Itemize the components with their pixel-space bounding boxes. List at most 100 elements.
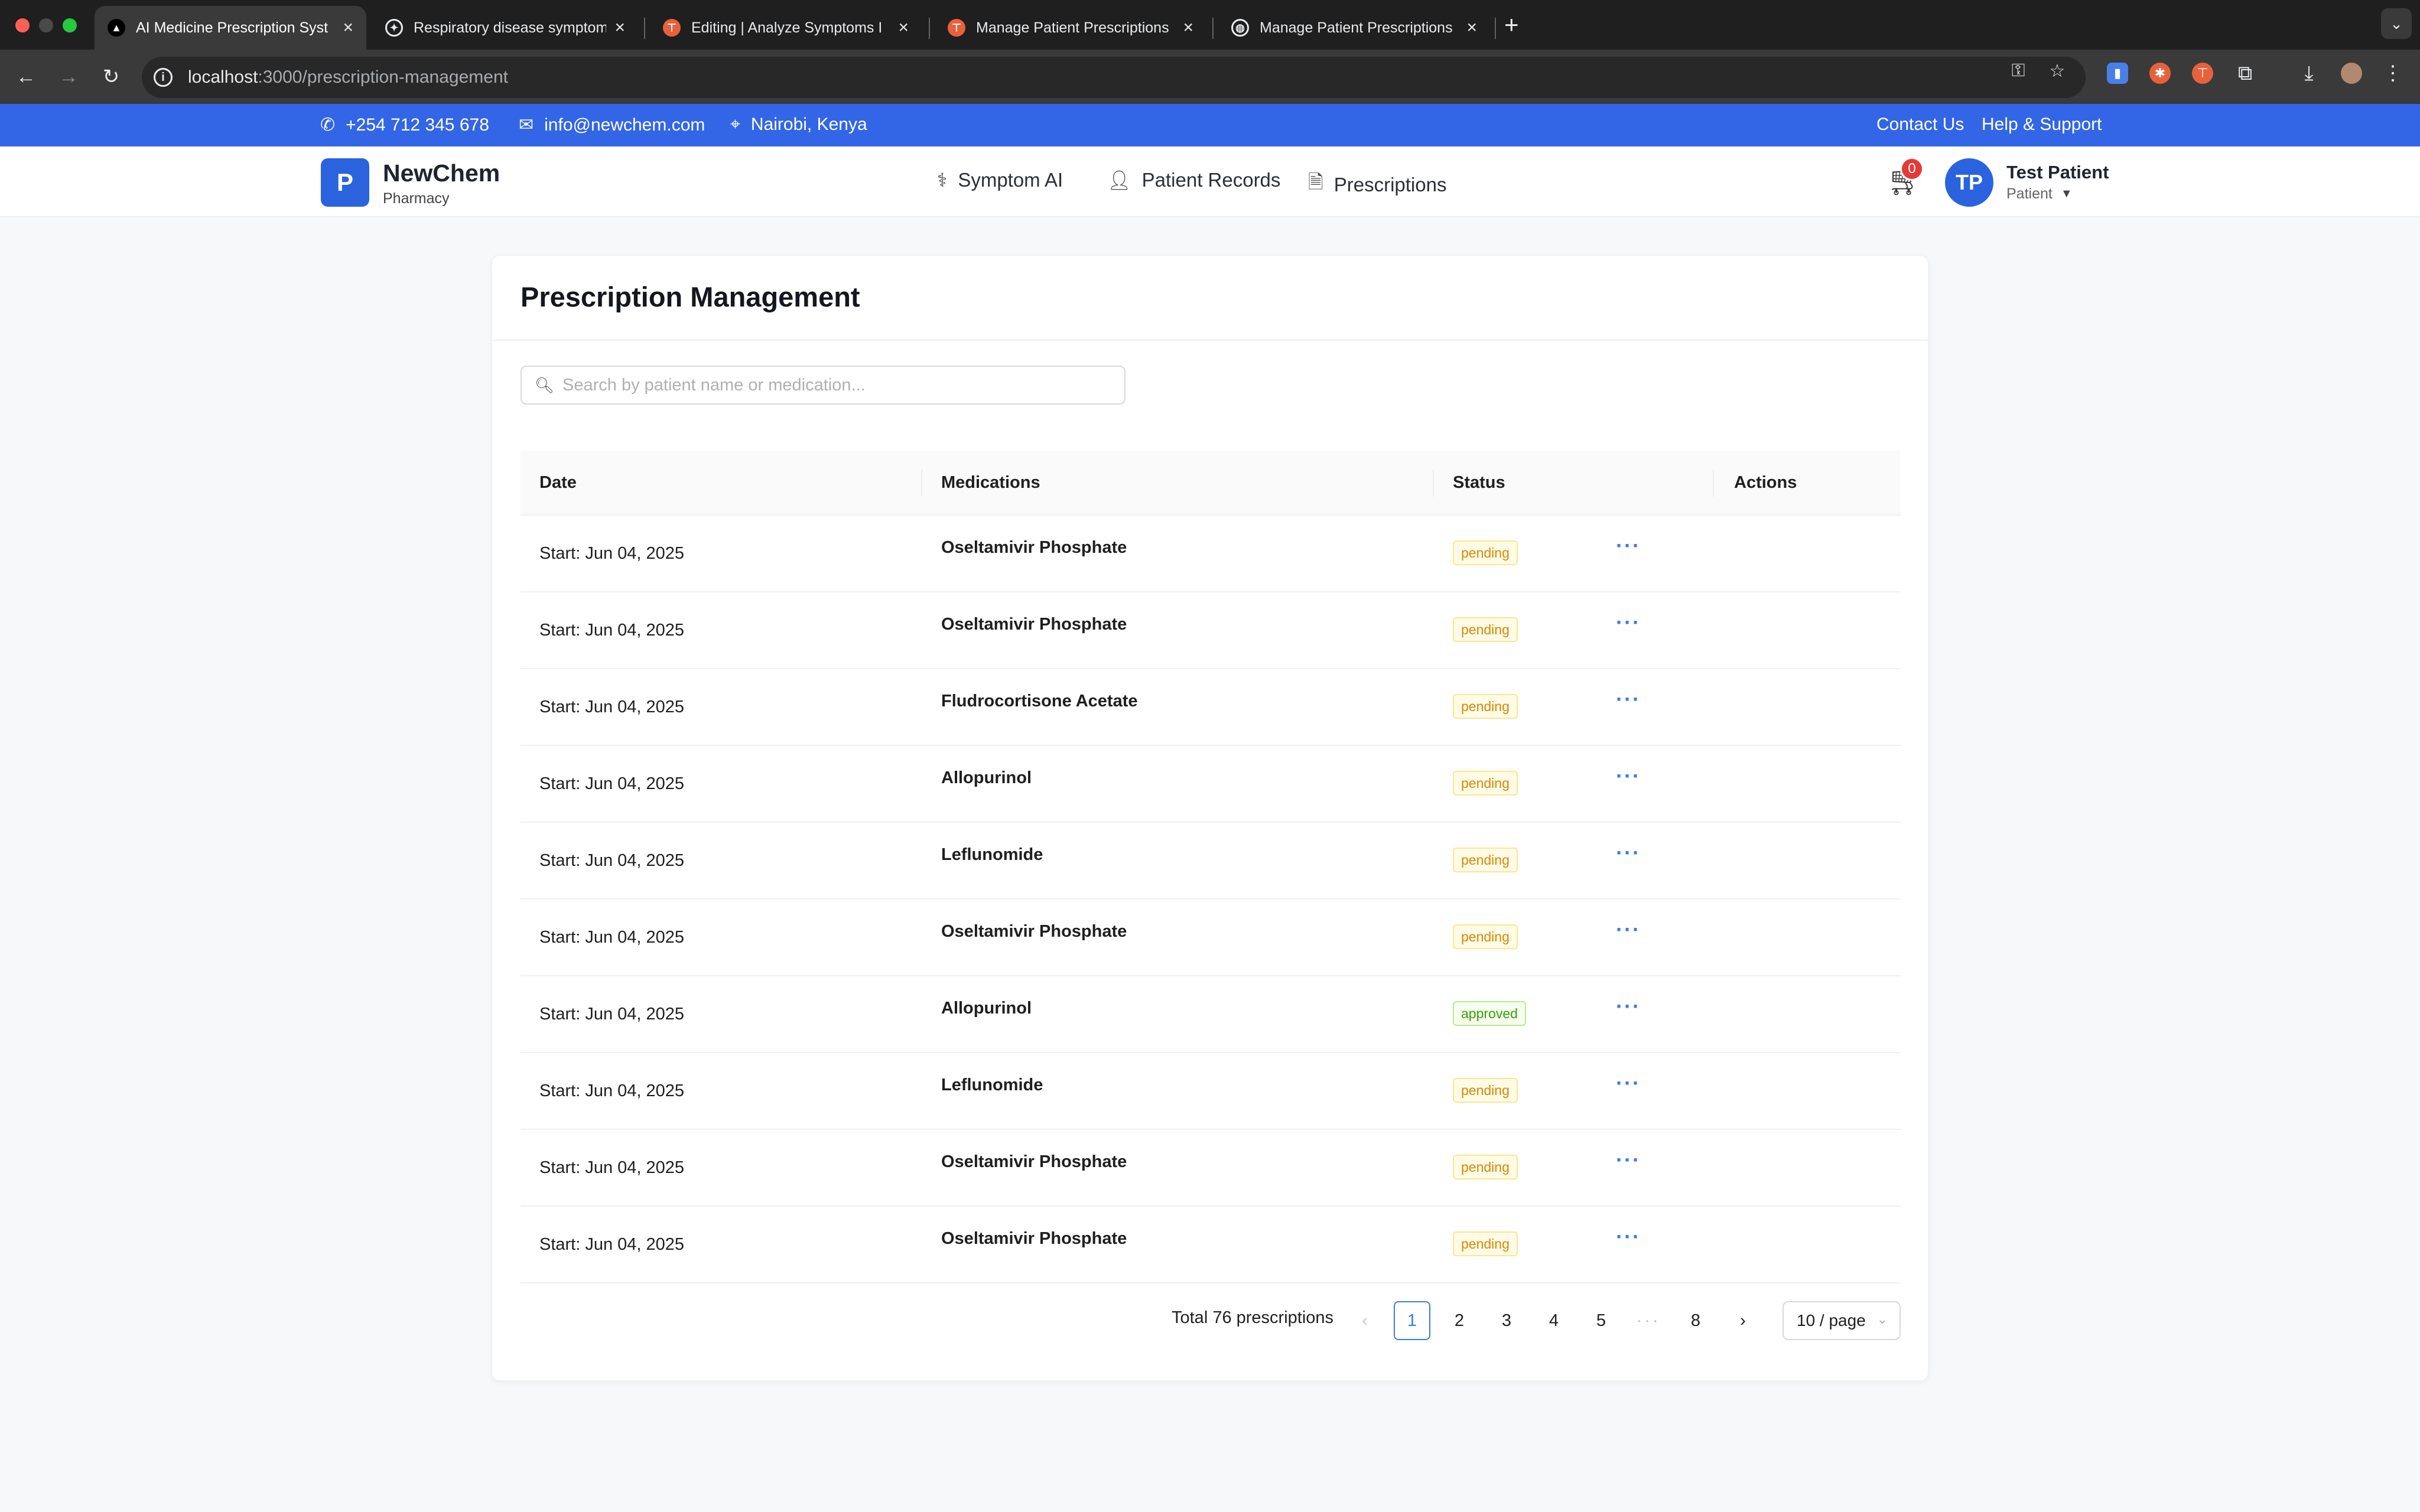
cell-medication: Oseltamivir Phosphate	[941, 1229, 1127, 1248]
prescription-card: Prescription Management 🔍︎ Date Medicati…	[492, 255, 1928, 1381]
browser-menu-icon[interactable]: ⋮	[2382, 62, 2403, 84]
back-arrow-icon[interactable]: ←	[12, 63, 40, 91]
editor-favicon-icon: ⊤	[948, 19, 965, 37]
table-row: Start: Jun 04, 2025 Fludrocortisone Aceta…	[521, 669, 1901, 746]
more-actions-icon[interactable]: ···	[1616, 840, 1641, 865]
pagination-page-2[interactable]: 2	[1441, 1301, 1478, 1340]
extension-bug-icon[interactable]: ✱	[2149, 63, 2171, 84]
browser-tab-4[interactable]: ⊤ Manage Patient Prescriptions ×	[935, 6, 1206, 50]
search-field[interactable]: 🔍︎	[521, 366, 1126, 405]
search-input[interactable]	[562, 375, 1095, 395]
more-actions-icon[interactable]: ···	[1616, 1071, 1641, 1096]
pagination-ellipsis[interactable]: ···	[1630, 1301, 1667, 1340]
column-header-actions: Actions	[1734, 473, 1797, 492]
search-icon: 🔍︎	[535, 376, 555, 394]
forward-arrow-icon[interactable]: →	[54, 63, 83, 91]
address-bar[interactable]: i localhost:3000/prescription-management	[142, 57, 2086, 98]
status-badge: approved	[1453, 1001, 1526, 1026]
user-avatar[interactable]: TP	[1945, 158, 1993, 207]
more-actions-icon[interactable]: ···	[1616, 994, 1641, 1019]
page-size-select[interactable]: 10 / page ⌄	[1783, 1301, 1901, 1340]
status-badge: pending	[1453, 848, 1518, 872]
help-support-link[interactable]: Help & Support	[1982, 115, 2102, 135]
brand-name[interactable]: NewChem	[383, 159, 500, 187]
profile-avatar-icon[interactable]	[2341, 63, 2362, 84]
close-tab-icon[interactable]: ×	[1183, 18, 1193, 38]
pagination-next-button[interactable]: ›	[1725, 1301, 1761, 1340]
browser-tab-5[interactable]: ◍ Manage Patient Prescriptions ×	[1218, 6, 1490, 50]
reload-icon[interactable]: ↻	[97, 63, 125, 91]
pagination-page-1[interactable]: 1	[1394, 1301, 1430, 1340]
download-icon[interactable]: ⤓	[2298, 62, 2320, 84]
cart-count-badge: 0	[1900, 157, 1924, 181]
tab-separator	[929, 18, 930, 39]
bookmark-star-icon[interactable]: ☆	[2047, 60, 2068, 82]
more-actions-icon[interactable]: ···	[1616, 1148, 1641, 1172]
cell-medication: Allopurinol	[941, 768, 1032, 787]
status-badge: pending	[1453, 1155, 1518, 1179]
cell-medication: Oseltamivir Phosphate	[941, 1152, 1127, 1171]
page-title: Prescription Management	[521, 281, 860, 312]
location-info: ⌖ Nairobi, Kenya	[730, 115, 867, 134]
close-tab-icon[interactable]: ×	[1466, 18, 1477, 38]
browser-tab-1[interactable]: ▲ AI Medicine Prescription Syst ×	[95, 6, 366, 50]
browser-tab-2[interactable]: ✦ Respiratory disease symptom ×	[372, 6, 638, 50]
pagination-page-last[interactable]: 8	[1677, 1301, 1714, 1340]
cell-medication: Allopurinol	[941, 999, 1032, 1018]
cell-date: Start: Jun 04, 2025	[539, 698, 685, 716]
cell-date: Start: Jun 04, 2025	[539, 774, 685, 793]
user-name[interactable]: Test Patient	[2006, 162, 2109, 183]
more-actions-icon[interactable]: ···	[1616, 1224, 1641, 1249]
tab-separator	[1495, 18, 1496, 39]
close-window-button[interactable]	[15, 18, 30, 32]
more-actions-icon[interactable]: ···	[1616, 687, 1641, 712]
table-header: Date Medications Status Actions	[521, 451, 1901, 516]
table-row: Start: Jun 04, 2025 Allopurinol pending ···	[521, 746, 1901, 823]
cell-medication: Oseltamivir Phosphate	[941, 922, 1127, 941]
table-row: Start: Jun 04, 2025 Leflunomide pending ···	[521, 1053, 1901, 1130]
minimize-window-button[interactable]	[39, 18, 53, 32]
contact-us-link[interactable]: Contact Us	[1876, 115, 1964, 135]
brand-logo[interactable]: P	[321, 158, 369, 207]
editor-extension-icon[interactable]: ⊤	[2192, 63, 2213, 84]
table-row: Start: Jun 04, 2025 Allopurinol approved ··…	[521, 976, 1901, 1053]
nav-patient-records[interactable]: 👤︎ Patient Records	[1107, 169, 1280, 191]
new-tab-button[interactable]: +	[1504, 11, 1519, 39]
close-tab-icon[interactable]: ×	[898, 18, 909, 38]
pagination-page-4[interactable]: 4	[1536, 1301, 1572, 1340]
brand-subtitle: Pharmacy	[383, 190, 450, 207]
site-info-icon[interactable]: i	[154, 68, 173, 87]
cell-medication: Oseltamivir Phosphate	[941, 615, 1127, 634]
pagination-page-5[interactable]: 5	[1583, 1301, 1619, 1340]
table-row: Start: Jun 04, 2025 Oseltamivir Phosphate…	[521, 900, 1901, 976]
table-row: Start: Jun 04, 2025 Leflunomide pending ···	[521, 823, 1901, 900]
email-info: ✉ info@newchem.com	[519, 115, 705, 135]
docs-extension-icon[interactable]: ▮	[2107, 63, 2128, 84]
puzzle-extensions-icon[interactable]: ⧉	[2234, 62, 2256, 84]
close-tab-icon[interactable]: ×	[614, 18, 625, 38]
maximize-window-button[interactable]	[63, 18, 77, 32]
status-badge: pending	[1453, 924, 1518, 949]
nav-prescriptions[interactable]: 🗎︎ Prescriptions	[1308, 169, 1446, 201]
table-row: Start: Jun 04, 2025 Oseltamivir Phosphate…	[521, 592, 1901, 669]
more-actions-icon[interactable]: ···	[1616, 917, 1641, 942]
more-actions-icon[interactable]: ···	[1616, 610, 1641, 635]
column-separator	[1713, 470, 1714, 497]
tab-search-chevron-icon[interactable]: ⌄	[2381, 8, 2412, 39]
user-role-dropdown[interactable]: Patient ▼	[2006, 185, 2073, 203]
more-actions-icon[interactable]: ···	[1616, 533, 1641, 558]
pagination-page-3[interactable]: 3	[1488, 1301, 1525, 1340]
status-badge: pending	[1453, 617, 1518, 642]
nav-symptom-ai[interactable]: ⚕ Symptom AI	[937, 169, 1063, 191]
prescription-file-icon: 🗎︎	[1308, 171, 1323, 193]
password-key-icon[interactable]: ⚿	[2008, 60, 2029, 82]
status-badge: pending	[1453, 1078, 1518, 1103]
tab-separator	[1212, 18, 1214, 39]
phone-icon: ✆	[320, 115, 336, 135]
cell-date: Start: Jun 04, 2025	[539, 928, 685, 947]
browser-tab-3[interactable]: ⊤ Editing | Analyze Symptoms I ×	[650, 6, 922, 50]
close-tab-icon[interactable]: ×	[343, 18, 353, 38]
pagination-prev-button[interactable]: ‹	[1346, 1301, 1383, 1340]
more-actions-icon[interactable]: ···	[1616, 764, 1641, 788]
column-separator	[921, 470, 922, 497]
